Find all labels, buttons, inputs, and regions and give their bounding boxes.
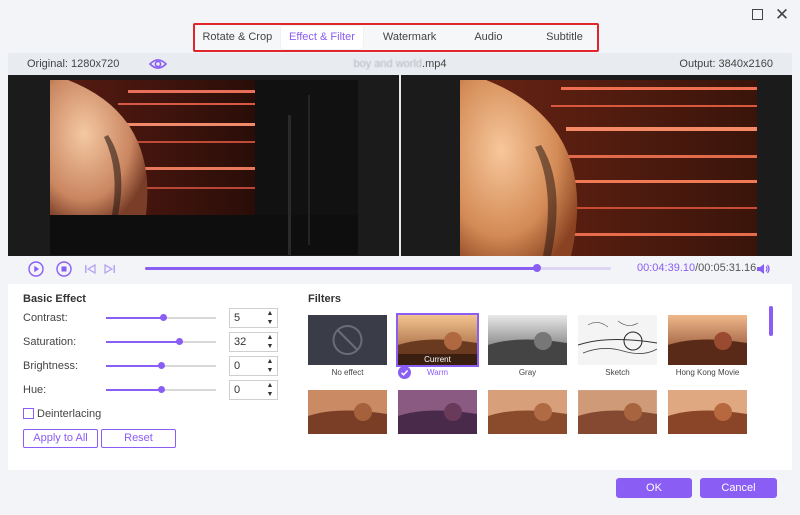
tab-effect-filter[interactable]: Effect & Filter <box>280 26 364 49</box>
filter-warm[interactable]: Current <box>396 313 479 367</box>
filter-gray[interactable] <box>488 315 567 365</box>
play-icon[interactable] <box>28 261 44 282</box>
volume-icon[interactable] <box>755 261 771 282</box>
saturation-handle[interactable] <box>175 338 183 345</box>
filter-thumbnail[interactable] <box>398 390 477 434</box>
maximize-icon[interactable] <box>749 7 765 23</box>
filter-thumbnail[interactable] <box>668 390 747 434</box>
brightness-slider[interactable] <box>106 362 216 369</box>
basic-effect-title: Basic Effect <box>23 293 86 305</box>
filter-label: No effect <box>331 368 364 377</box>
tab-audio[interactable]: Audio <box>464 26 513 49</box>
filter-thumbnail[interactable] <box>578 390 657 434</box>
original-preview <box>8 75 399 256</box>
hue-slider[interactable] <box>106 386 216 393</box>
edit-tabs: Rotate & Crop Effect & Filter Watermark … <box>193 23 599 52</box>
saturation-slider[interactable] <box>106 338 216 345</box>
tab-subtitle[interactable]: Subtitle <box>535 26 594 49</box>
playback-controls: 00:04:39.10/00:05:31.16 <box>8 258 792 280</box>
tab-rotate-crop[interactable]: Rotate & Crop <box>198 26 277 49</box>
filters-title: Filters <box>308 293 342 305</box>
progress-fill <box>145 267 538 270</box>
increment-icon[interactable]: ▲ <box>265 333 275 342</box>
tab-watermark[interactable]: Watermark <box>367 26 452 49</box>
filter-label: Hong Kong Movie <box>675 368 740 377</box>
effect-settings-panel: Basic Effect Contrast: 5 ▲ ▼ Saturation: 3… <box>8 284 792 470</box>
skip-back-icon[interactable] <box>84 261 96 282</box>
reset-button[interactable]: Reset <box>101 429 176 448</box>
cancel-button[interactable]: Cancel <box>700 478 777 498</box>
decrement-icon[interactable]: ▼ <box>265 318 275 327</box>
increment-icon[interactable]: ▲ <box>265 357 275 366</box>
hue-stepper[interactable]: 0 ▲ ▼ <box>229 380 278 400</box>
output-resolution: Output: 3840x2160 <box>679 58 773 70</box>
ok-button[interactable]: OK <box>616 478 692 498</box>
brightness-handle[interactable] <box>158 362 165 369</box>
close-icon[interactable]: ✕ <box>774 6 790 23</box>
filters-scrollbar[interactable] <box>769 306 773 336</box>
playback-time: 00:04:39.10/00:05:31.16 <box>637 262 757 274</box>
filter-hong-kong-movie[interactable] <box>668 315 747 365</box>
filter-no-effect[interactable] <box>308 315 387 365</box>
saturation-row: Saturation: 32 ▲ ▼ <box>23 332 278 352</box>
increment-icon[interactable]: ▲ <box>265 381 275 390</box>
hue-row: Hue: 0 ▲ ▼ <box>23 380 278 400</box>
brightness-stepper[interactable]: 0 ▲ ▼ <box>229 356 278 376</box>
progress-slider[interactable] <box>145 264 611 272</box>
contrast-handle[interactable] <box>160 314 168 321</box>
skip-forward-icon[interactable] <box>104 261 116 282</box>
checkbox-box[interactable] <box>23 408 34 419</box>
apply-to-all-button[interactable]: Apply to All <box>23 429 98 448</box>
increment-icon[interactable]: ▲ <box>265 309 275 318</box>
filter-sketch[interactable] <box>578 315 657 365</box>
progress-handle[interactable] <box>533 264 542 272</box>
filter-label: Gray <box>518 368 537 377</box>
filter-label: Sketch <box>605 368 630 377</box>
brightness-row: Brightness: 0 ▲ ▼ <box>23 356 278 376</box>
output-preview <box>401 75 792 256</box>
hue-handle[interactable] <box>158 386 165 393</box>
decrement-icon[interactable]: ▼ <box>265 366 275 375</box>
preview-info-bar: Original: 1280x720 boy and world.mp4 Out… <box>8 53 792 75</box>
decrement-icon[interactable]: ▼ <box>265 390 275 399</box>
decrement-icon[interactable]: ▼ <box>265 342 275 351</box>
contrast-slider[interactable] <box>106 314 216 321</box>
filter-thumbnail[interactable] <box>488 390 567 434</box>
filter-label: Warm <box>426 368 449 377</box>
current-filter-badge: Current <box>398 354 477 365</box>
filter-thumbnail[interactable] <box>308 390 387 434</box>
file-name: boy and world.mp4 <box>353 58 447 70</box>
dialog-footer: OK Cancel <box>0 470 800 515</box>
deinterlacing-checkbox[interactable]: Deinterlacing <box>23 408 101 420</box>
contrast-stepper[interactable]: 5 ▲ ▼ <box>229 308 278 328</box>
contrast-row: Contrast: 5 ▲ ▼ <box>23 308 278 328</box>
saturation-stepper[interactable]: 32 ▲ ▼ <box>229 332 278 352</box>
stop-icon[interactable] <box>56 261 72 282</box>
